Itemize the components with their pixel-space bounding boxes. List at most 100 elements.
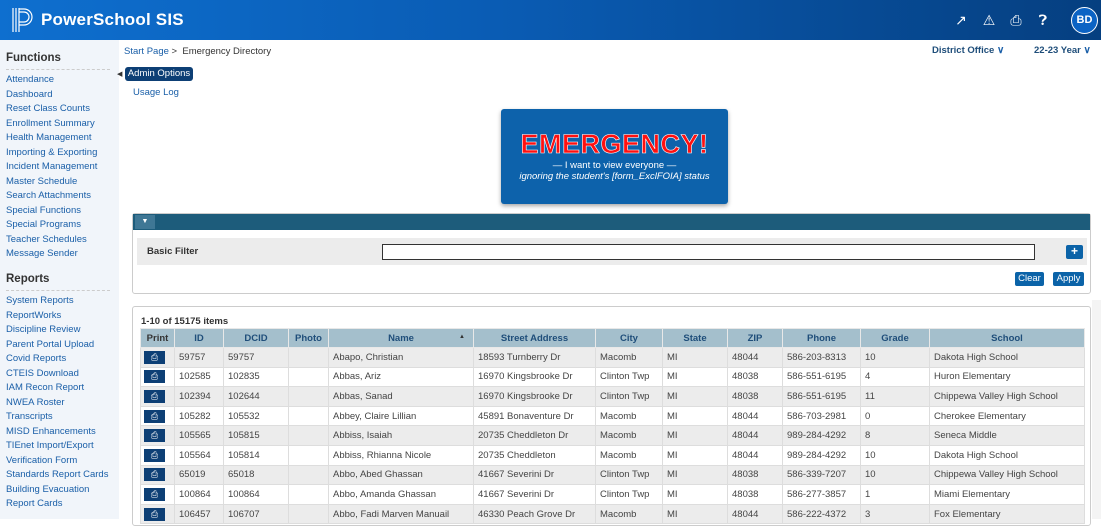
sidebar-link-search-attachments[interactable]: Search Attachments	[6, 190, 91, 201]
collapse-sidebar-icon[interactable]: ◀	[117, 70, 122, 78]
print-icon[interactable]: ⎙	[1008, 12, 1024, 28]
cell-street-address: 41667 Severini Dr	[473, 464, 596, 486]
cell-grade: 1	[860, 484, 930, 505]
print-row-button[interactable]: ⎙	[144, 448, 165, 462]
sidebar-link-report-cards[interactable]: Report Cards	[6, 498, 63, 509]
cell-id: 102394	[174, 386, 224, 407]
print-row-button[interactable]: ⎙	[144, 409, 165, 423]
sidebar-link-importing-exporting[interactable]: Importing & Exporting	[6, 147, 97, 158]
column-header-phone[interactable]: Phone	[782, 328, 861, 348]
sidebar-link-incident-management[interactable]: Incident Management	[6, 161, 97, 172]
table-row[interactable]: ⎙ 105282 105532 Abbey, Claire Lillian 45891 …	[140, 405, 1085, 427]
cell-photo	[288, 425, 329, 446]
column-header-name[interactable]: Name ▲	[328, 328, 474, 348]
powerschool-logo-icon[interactable]	[12, 7, 34, 33]
sidebar-link-attendance[interactable]: Attendance	[6, 74, 54, 85]
print-row-button[interactable]: ⎙	[144, 389, 165, 403]
user-avatar[interactable]: BD	[1071, 7, 1098, 34]
cell-city: Clinton Twp	[595, 484, 663, 505]
chevron-down-icon: ∨	[996, 45, 1005, 56]
column-header-id[interactable]: ID	[174, 328, 224, 348]
sidebar-link-standards-report-cards[interactable]: Standards Report Cards	[6, 469, 108, 480]
column-header-photo[interactable]: Photo	[288, 328, 329, 348]
print-row-button[interactable]: ⎙	[144, 350, 165, 364]
column-header-print[interactable]: Print	[140, 328, 175, 348]
admin-options-button[interactable]: Admin Options	[125, 67, 193, 81]
cell-street-address: 16970 Kingsbrooke Dr	[473, 366, 596, 388]
sidebar-link-verification-form[interactable]: Verification Form	[6, 455, 77, 466]
table-row[interactable]: ⎙ 106457 106707 Abbo, Fadi Marven Manuail 46…	[140, 503, 1085, 525]
functions-heading: Functions	[6, 52, 61, 64]
sidebar-link-misd-enhancements[interactable]: MISD Enhancements	[6, 426, 96, 437]
basic-filter-input[interactable]	[382, 244, 1035, 260]
sidebar-link-transcripts[interactable]: Transcripts	[6, 411, 53, 422]
sidebar-link-message-sender[interactable]: Message Sender	[6, 248, 78, 259]
sidebar-link-cteis-download[interactable]: CTEIS Download	[6, 368, 79, 379]
cell-state: MI	[662, 503, 728, 525]
year-selector[interactable]: 22-23 Year ∨	[1034, 45, 1091, 56]
sidebar-link-health-management[interactable]: Health Management	[6, 132, 92, 143]
print-row-button[interactable]: ⎙	[144, 487, 165, 501]
table-row[interactable]: ⎙ 100864 100864 Abbo, Amanda Ghassan 41667 S…	[140, 484, 1085, 505]
cell-id: 59757	[174, 347, 224, 368]
cell-photo	[288, 464, 329, 486]
print-row-button[interactable]: ⎙	[144, 468, 165, 482]
cell-dcid: 100864	[223, 484, 289, 505]
cell-photo	[288, 366, 329, 388]
apply-button[interactable]: Apply	[1053, 272, 1084, 286]
column-header-state[interactable]: State	[662, 328, 728, 348]
breadcrumb-start-page[interactable]: Start Page	[124, 46, 169, 57]
column-header-zip[interactable]: ZIP	[727, 328, 783, 348]
sidebar-link-reportworks[interactable]: ReportWorks	[6, 310, 61, 321]
sidebar-link-reset-class-counts[interactable]: Reset Class Counts	[6, 103, 90, 114]
table-row[interactable]: ⎙ 59757 59757 Abapo, Christian 18593 Turnber…	[140, 347, 1085, 368]
cell-state: MI	[662, 366, 728, 388]
sidebar-link-system-reports[interactable]: System Reports	[6, 295, 74, 306]
table-row[interactable]: ⎙ 102394 102644 Abbas, Sanad 16970 Kingsbroo…	[140, 386, 1085, 407]
column-label: State	[683, 332, 707, 344]
sidebar-link-enrollment-summary[interactable]: Enrollment Summary	[6, 118, 95, 129]
sidebar-link-master-schedule[interactable]: Master Schedule	[6, 176, 77, 187]
table-row[interactable]: ⎙ 102585 102835 Abbas, Ariz 16970 Kingsbrook…	[140, 366, 1085, 388]
sidebar-link-nwea-roster[interactable]: NWEA Roster	[6, 397, 65, 408]
table-row[interactable]: ⎙ 105565 105815 Abbiss, Isaiah 20735 Cheddle…	[140, 425, 1085, 446]
school-selector[interactable]: District Office ∨	[932, 45, 1004, 56]
sidebar-link-parent-portal-upload[interactable]: Parent Portal Upload	[6, 339, 94, 350]
filter-panel: ▼ Basic Filter + Clear Apply	[132, 213, 1091, 294]
top-header: PowerSchool SIS ↗︎ ⚠︎ ⎙ ❓︎ BD	[0, 0, 1101, 40]
clear-button[interactable]: Clear	[1015, 272, 1044, 286]
sidebar-link-dashboard[interactable]: Dashboard	[6, 89, 52, 100]
table-row[interactable]: ⎙ 65019 65018 Abbo, Abed Ghassan 41667 Sever…	[140, 464, 1085, 486]
table-row[interactable]: ⎙ 105564 105814 Abbiss, Rhianna Nicole 20735…	[140, 444, 1085, 466]
collapse-filter-button[interactable]: ▼	[135, 215, 155, 229]
sidebar-link-discipline-review[interactable]: Discipline Review	[6, 324, 80, 335]
app-title[interactable]: PowerSchool SIS	[41, 10, 184, 30]
sidebar-link-building-evacuation[interactable]: Building Evacuation	[6, 484, 89, 495]
print-row-button[interactable]: ⎙	[144, 429, 165, 443]
cell-dcid: 105814	[223, 444, 289, 466]
column-header-grade[interactable]: Grade	[860, 328, 930, 348]
sidebar-link-special-functions[interactable]: Special Functions	[6, 205, 81, 216]
sidebar-link-special-programs[interactable]: Special Programs	[6, 219, 81, 230]
sidebar-link-teacher-schedules[interactable]: Teacher Schedules	[6, 234, 87, 245]
cell-city: Macomb	[595, 503, 663, 525]
cell-school: Chippewa Valley High School	[929, 386, 1085, 407]
column-header-street-address[interactable]: Street Address	[473, 328, 596, 348]
external-link-icon[interactable]: ↗︎	[953, 12, 969, 28]
column-header-school[interactable]: School	[929, 328, 1085, 348]
cell-zip: 48044	[727, 347, 783, 368]
help-icon[interactable]: ❓︎	[1035, 12, 1051, 28]
add-filter-button[interactable]: +	[1066, 245, 1083, 259]
column-header-dcid[interactable]: DCID	[223, 328, 289, 348]
cell-grade: 3	[860, 503, 930, 525]
sort-ascending-icon[interactable]: ▲	[459, 334, 465, 340]
sidebar-link-covid-reports[interactable]: Covid Reports	[6, 353, 66, 364]
alert-icon[interactable]: ⚠︎	[981, 12, 997, 28]
sidebar-link-iam-recon-report[interactable]: IAM Recon Report	[6, 382, 84, 393]
print-cell: ⎙	[140, 464, 175, 486]
usage-log-link[interactable]: Usage Log	[133, 87, 179, 98]
sidebar-link-tienet-import-export[interactable]: TIEnet Import/Export	[6, 440, 94, 451]
column-header-city[interactable]: City	[595, 328, 663, 348]
page-scrollbar[interactable]	[1092, 300, 1101, 519]
print-row-button[interactable]: ⎙	[144, 370, 165, 384]
